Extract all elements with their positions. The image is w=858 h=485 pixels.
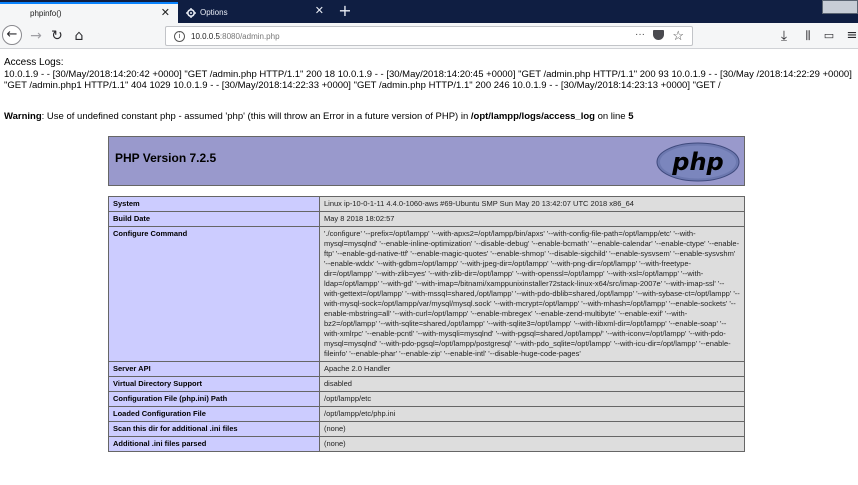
phpinfo-table: System Linux ip-10-0-1-11 4.4.0-1060-aws … [108,196,745,452]
warning-line-number: 5 [628,111,634,122]
table-key-cell: Server API [108,361,320,377]
warning-message: : Use of undefined constant php - assume… [41,111,471,122]
table-row: System Linux ip-10-0-1-11 4.4.0-1060-aws … [108,196,745,212]
tab-phpinfo[interactable]: phpinfo() ✕ [0,2,178,23]
navigation-toolbar: ← → ↻ ⌂ i 10.0.0.5:8080/admin.php ··· ☆ … [0,23,858,49]
table-key-cell: Scan this dir for additional .ini files [108,421,320,437]
table-key-cell: Configure Command [108,226,320,362]
table-value-cell: (none) [319,421,745,437]
table-row: Additional .ini files parsed (none) [108,436,745,452]
tab-label: phpinfo() [30,9,62,18]
forward-arrow-icon[interactable]: → [27,27,45,45]
bookmark-star-icon[interactable]: ☆ [672,28,684,44]
library-icon[interactable]: ⫼ [799,27,817,45]
page-actions-icon[interactable]: ··· [635,29,645,40]
tab-strip: phpinfo() ✕ Options ✕ + [0,0,858,23]
table-value-cell: Apache 2.0 Handler [319,361,745,377]
table-key-cell: Build Date [108,211,320,227]
tab-label: Options [200,8,228,17]
close-tab-icon[interactable]: ✕ [161,8,170,19]
info-icon[interactable]: i [174,31,185,42]
back-arrow-icon[interactable]: ← [2,25,22,45]
table-value-cell: disabled [319,376,745,392]
table-value-cell: (none) [319,436,745,452]
table-row: Build Date May 8 2018 18:02:57 [108,211,745,227]
table-row: Configuration File (php.ini) Path/opt/la… [108,391,745,407]
sidebar-icon[interactable]: ▭ [820,27,838,45]
gear-icon [186,7,196,18]
hamburger-menu-icon[interactable]: ≡ [843,27,858,45]
svg-text:php: php [671,148,723,176]
warning-path: /opt/lampp/logs/access_log [470,111,595,122]
url-text: 10.0.0.5:8080/admin.php [191,32,280,41]
table-value-cell: './configure' '--prefix=/opt/lampp' '--w… [319,226,745,362]
window-controls[interactable] [822,0,858,14]
phpinfo-header: PHP Version 7.2.5 php [108,136,745,186]
table-key-cell: System [108,196,320,212]
close-tab-icon[interactable]: ✕ [315,6,324,17]
url-path: :8080/admin.php [219,32,280,41]
table-value-cell: /opt/lampp/etc/php.ini [319,406,745,422]
address-bar[interactable]: i 10.0.0.5:8080/admin.php ··· ☆ [165,26,693,46]
table-key-cell: Configuration File (php.ini) Path [108,391,320,407]
table-row: Loaded Configuration File/opt/lampp/etc/… [108,406,745,422]
table-row: Server API Apache 2.0 Handler [108,361,745,377]
access-log-text: 10.0.1.9 - - [30/May/2018:14:20:42 +0000… [4,69,852,91]
table-value-cell: May 8 2018 18:02:57 [319,211,745,227]
table-row: Scan this dir for additional .ini files(… [108,421,745,437]
pocket-icon[interactable] [653,30,664,40]
warning-on-line: on line [594,111,629,122]
table-value-cell: Linux ip-10-0-1-11 4.4.0-1060-aws #69-Ub… [319,196,745,212]
php-logo: php [656,142,740,182]
access-logs-heading: Access Logs: [4,57,64,68]
php-warning: Warning: Use of undefined constant php -… [4,111,856,122]
url-host: 10.0.0.5 [191,32,220,41]
table-row: Configure Command './configure' '--prefix… [108,226,745,362]
tab-options[interactable]: Options ✕ [178,2,332,23]
table-value-cell: /opt/lampp/etc [319,391,745,407]
php-version-title: PHP Version 7.2.5 [115,151,217,165]
download-icon[interactable]: ⤓ [775,27,793,45]
table-key-cell: Virtual Directory Support [108,376,320,392]
table-row: Virtual Directory Support disabled [108,376,745,392]
new-tab-plus-icon[interactable]: + [337,3,353,19]
warning-label: Warning [4,111,42,122]
table-key-cell: Loaded Configuration File [108,406,320,422]
reload-icon[interactable]: ↻ [48,27,66,45]
table-key-cell: Additional .ini files parsed [108,436,320,452]
home-icon[interactable]: ⌂ [70,27,88,45]
page-content: Access Logs: 10.0.1.9 - - [30/May/2018:1… [0,50,858,485]
